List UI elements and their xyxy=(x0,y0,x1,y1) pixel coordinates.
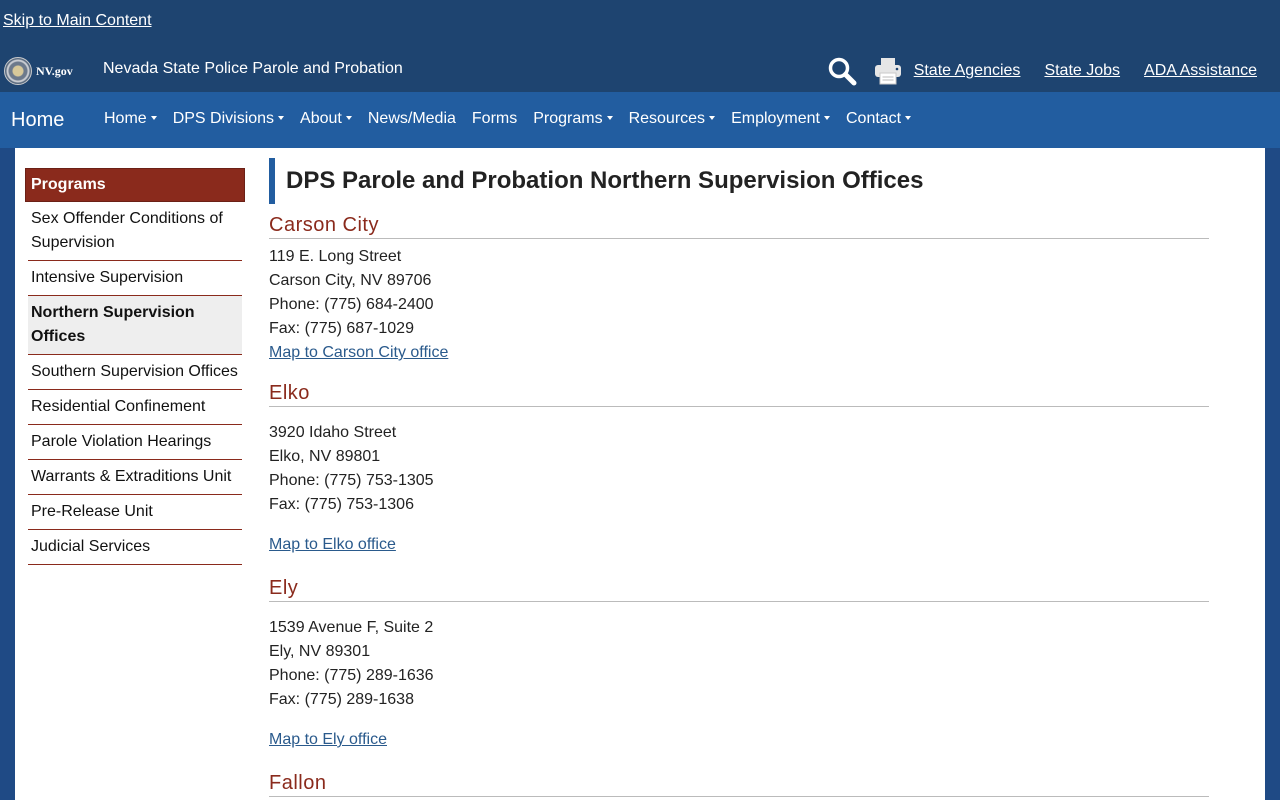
office-fax: Fax: (775) 753-1306 xyxy=(269,496,414,513)
nav-item-label: Resources xyxy=(628,110,706,127)
sidebar: Programs Sex Offender Conditions of Supe… xyxy=(25,168,245,565)
office-name: Elko xyxy=(269,372,1209,407)
caret-down-icon xyxy=(823,115,830,120)
office-city-state-zip: Elko, NV 89801 xyxy=(269,448,381,465)
main-content: DPS Parole and Probation Northern Superv… xyxy=(269,158,1209,797)
office-fax: Fax: (775) 687-1029 xyxy=(269,320,414,337)
nav-item-about[interactable]: About xyxy=(300,110,352,128)
office-section-ely: Ely 1539 Avenue F, Suite 2 Ely, NV 89301 Ph… xyxy=(269,567,1209,762)
sidebar-item-warrants-extraditions-unit[interactable]: Warrants & Extraditions Unit xyxy=(28,460,242,495)
office-phone: Phone: (775) 684-2400 xyxy=(269,296,434,313)
sidebar-item-residential-confinement[interactable]: Residential Confinement xyxy=(28,390,242,425)
office-phone: Phone: (775) 753-1305 xyxy=(269,472,434,489)
skip-to-main-content-link[interactable]: Skip to Main Content xyxy=(3,12,152,30)
office-details: 3920 Idaho Street Elko, NV 89801 Phone: (7… xyxy=(269,407,1209,567)
sidebar-header: Programs xyxy=(25,168,245,202)
nav-item-label: About xyxy=(300,110,342,127)
nav-item-resources[interactable]: Resources xyxy=(628,110,716,128)
nav-item-contact[interactable]: Contact xyxy=(845,110,912,128)
office-street: 1539 Avenue F, Suite 2 xyxy=(269,619,434,636)
sidebar-item-pre-release-unit[interactable]: Pre-Release Unit xyxy=(28,495,242,530)
nav-home-brand-link[interactable]: Home xyxy=(11,109,64,132)
print-icon[interactable] xyxy=(872,55,904,87)
office-details: 119 E. Long Street Carson City, NV 89706 P… xyxy=(269,239,1209,372)
office-section-fallon: Fallon xyxy=(269,762,1209,797)
nav-item-label: News/Media xyxy=(367,110,456,127)
nav-item-label: DPS Divisions xyxy=(172,110,275,127)
office-phone: Phone: (775) 289-1636 xyxy=(269,667,434,684)
nav-item-label: Forms xyxy=(471,110,518,127)
caret-down-icon xyxy=(905,115,912,120)
office-street: 119 E. Long Street xyxy=(269,248,402,265)
sidebar-item-intensive-supervision[interactable]: Intensive Supervision xyxy=(28,261,242,296)
agency-title: Nevada State Police Parole and Probation xyxy=(103,60,403,77)
office-details: 1539 Avenue F, Suite 2 Ely, NV 89301 Phone… xyxy=(269,602,1209,762)
map-link-elko[interactable]: Map to Elko office xyxy=(269,533,396,557)
caret-down-icon xyxy=(150,115,157,120)
logo-text: NV.gov xyxy=(36,63,73,78)
nav-menu: Home DPS Divisions About News/Media Forms Pro… xyxy=(104,110,927,128)
nav-item-label: Employment xyxy=(731,110,820,127)
nv-gov-logo[interactable]: NV.gov xyxy=(4,56,73,86)
caret-down-icon xyxy=(709,115,716,120)
nav-item-label: Programs xyxy=(533,110,603,127)
nav-item-forms[interactable]: Forms xyxy=(472,110,517,128)
page-content: Programs Sex Offender Conditions of Supe… xyxy=(15,148,1265,800)
caret-down-icon xyxy=(278,115,285,120)
sidebar-item-judicial-services[interactable]: Judicial Services xyxy=(28,530,242,565)
office-name: Fallon xyxy=(269,762,1209,797)
offices-list: Carson City 119 E. Long Street Carson City… xyxy=(269,204,1209,797)
office-street: 3920 Idaho Street xyxy=(269,424,397,441)
state-agencies-link[interactable]: State Agencies xyxy=(914,62,1021,80)
sidebar-item-northern-supervision-offices[interactable]: Northern Supervision Offices xyxy=(28,296,242,355)
sidebar-item-parole-violation-hearings[interactable]: Parole Violation Hearings xyxy=(28,425,242,460)
nav-item-label: Contact xyxy=(845,110,902,127)
caret-down-icon xyxy=(606,115,613,120)
office-section-carson-city: Carson City 119 E. Long Street Carson City… xyxy=(269,204,1209,372)
nav-item-home[interactable]: Home xyxy=(104,110,157,128)
office-fax: Fax: (775) 289-1638 xyxy=(269,691,414,708)
office-city-state-zip: Ely, NV 89301 xyxy=(269,643,371,660)
map-link-carson-city[interactable]: Map to Carson City office xyxy=(269,341,448,365)
nav-item-label: Home xyxy=(104,110,147,127)
office-city-state-zip: Carson City, NV 89706 xyxy=(269,272,432,289)
state-jobs-link[interactable]: State Jobs xyxy=(1044,62,1120,80)
ada-assistance-link[interactable]: ADA Assistance xyxy=(1144,62,1257,80)
nav-item-employment[interactable]: Employment xyxy=(731,110,830,128)
office-name: Carson City xyxy=(269,204,1209,239)
page-title: DPS Parole and Probation Northern Superv… xyxy=(269,158,1209,204)
sidebar-list: Sex Offender Conditions of Supervision In… xyxy=(28,202,242,565)
office-name: Ely xyxy=(269,567,1209,602)
top-header: Skip to Main Content NV.gov Nevada State… xyxy=(0,0,1280,92)
main-navigation: Home Home DPS Divisions About News/Media For… xyxy=(0,92,1280,148)
nav-item-news-media[interactable]: News/Media xyxy=(368,110,456,128)
map-link-ely[interactable]: Map to Ely office xyxy=(269,728,387,752)
nav-item-programs[interactable]: Programs xyxy=(533,110,613,128)
caret-down-icon xyxy=(345,115,352,120)
search-icon[interactable] xyxy=(826,55,858,87)
header-utility-links: State Agencies State Jobs ADA Assistance xyxy=(826,55,1257,87)
sidebar-item-southern-supervision-offices[interactable]: Southern Supervision Offices xyxy=(28,355,242,390)
sidebar-item-sex-offender-conditions-of-supervision[interactable]: Sex Offender Conditions of Supervision xyxy=(28,202,242,261)
nevada-seal-icon xyxy=(4,57,32,85)
office-section-elko: Elko 3920 Idaho Street Elko, NV 89801 Phone… xyxy=(269,372,1209,567)
nav-item-dps-divisions[interactable]: DPS Divisions xyxy=(172,110,285,128)
